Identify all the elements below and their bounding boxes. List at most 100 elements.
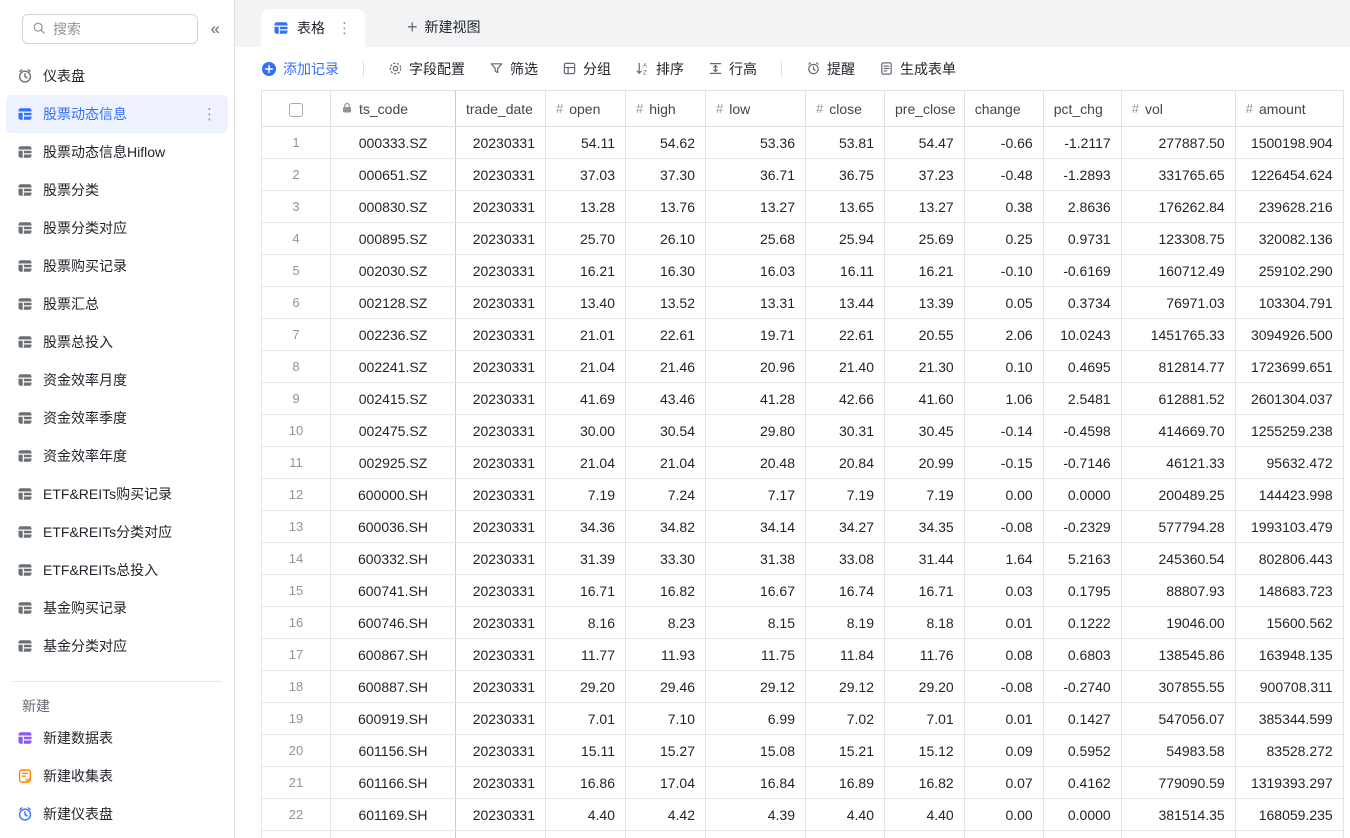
sidebar-item-table[interactable]: 基金总投入 <box>6 665 228 677</box>
cell-open[interactable]: 31.39 <box>546 543 626 575</box>
cell-amount[interactable]: 1226454.624 <box>1235 159 1343 191</box>
cell-vol[interactable]: 200489.25 <box>1121 479 1235 511</box>
cell-trade_date[interactable]: 20230331 <box>456 191 546 223</box>
cell-trade_date[interactable]: 20230331 <box>456 575 546 607</box>
cell-close[interactable]: 8.19 <box>806 607 885 639</box>
cell-pct_chg[interactable]: 0.9731 <box>1043 223 1121 255</box>
cell-trade_date[interactable]: 20230331 <box>456 479 546 511</box>
cell-trade_date[interactable]: 20230331 <box>456 447 546 479</box>
cell-vol[interactable]: 307855.55 <box>1121 671 1235 703</box>
column-header-change[interactable]: change <box>964 91 1043 127</box>
cell-vol[interactable]: 46121.33 <box>1121 447 1235 479</box>
cell-vol[interactable]: 245360.54 <box>1121 543 1235 575</box>
cell-amount[interactable]: 15600.562 <box>1235 607 1343 639</box>
sidebar-item-table[interactable]: 股票动态信息⋮ <box>6 95 228 133</box>
cell-pre_close[interactable]: 13.27 <box>885 191 965 223</box>
sidebar-item-table[interactable]: ETF&REITs分类对应 <box>6 513 228 551</box>
cell-low[interactable]: 20.48 <box>706 447 806 479</box>
column-header-high[interactable]: #high <box>626 91 706 127</box>
cell-pct_chg[interactable]: -0.4598 <box>1043 415 1121 447</box>
cell-open[interactable]: 21.04 <box>546 351 626 383</box>
cell-pct_chg[interactable]: 0.0000 <box>1043 479 1121 511</box>
cell-pre_close[interactable]: 7.19 <box>885 479 965 511</box>
cell-close[interactable]: 42.66 <box>806 383 885 415</box>
cell-ts_code[interactable]: 000333.SZ <box>331 127 456 159</box>
sidebar-item-table[interactable]: 资金效率月度 <box>6 361 228 399</box>
cell-change[interactable]: 0.38 <box>964 191 1043 223</box>
filter-button[interactable]: 筛选 <box>489 59 538 79</box>
cell-change[interactable]: 0.25 <box>964 223 1043 255</box>
cell-pre_close[interactable]: 8.18 <box>885 607 965 639</box>
cell-change[interactable]: 0.05 <box>964 287 1043 319</box>
cell-vol[interactable]: 176262.84 <box>1121 191 1235 223</box>
cell-ts_code[interactable]: 000651.SZ <box>331 159 456 191</box>
cell-pre_close[interactable]: 31.44 <box>885 543 965 575</box>
cell-amount[interactable]: 83528.272 <box>1235 735 1343 767</box>
cell-pct_chg[interactable]: 0.6803 <box>1043 639 1121 671</box>
row-number-cell[interactable]: 22 <box>262 799 331 831</box>
cell-close[interactable]: 20.84 <box>806 447 885 479</box>
cell-pct_chg[interactable]: 0.1222 <box>1043 607 1121 639</box>
sidebar-item-table[interactable]: 股票分类 <box>6 171 228 209</box>
cell-vol[interactable]: 414669.70 <box>1121 415 1235 447</box>
cell-open[interactable]: 15.11 <box>546 735 626 767</box>
cell-vol[interactable]: 160712.49 <box>1121 255 1235 287</box>
cell-pct_chg[interactable]: -0.2740 <box>1043 671 1121 703</box>
cell-open[interactable]: 7.01 <box>546 703 626 735</box>
cell-trade_date[interactable]: 20230331 <box>456 255 546 287</box>
cell-open[interactable]: 54.11 <box>546 127 626 159</box>
cell-high[interactable]: 30.54 <box>626 415 706 447</box>
cell-ts_code[interactable]: 601169.SH <box>331 799 456 831</box>
cell-trade_date[interactable]: 20230331 <box>456 223 546 255</box>
cell-pct_chg[interactable]: 0.0000 <box>1043 799 1121 831</box>
cell-open[interactable]: 25.70 <box>546 223 626 255</box>
sidebar-item-new-form[interactable]: 新建收集表 <box>6 757 228 795</box>
cell-pre_close[interactable]: 34.35 <box>885 511 965 543</box>
cell-trade_date[interactable]: 20230331 <box>456 671 546 703</box>
sidebar-item-table[interactable]: 股票购买记录 <box>6 247 228 285</box>
cell-pre_close[interactable]: 37.23 <box>885 159 965 191</box>
select-all-checkbox[interactable] <box>289 103 303 117</box>
cell-pre_close[interactable]: 16.21 <box>885 255 965 287</box>
cell-high[interactable]: 34.82 <box>626 511 706 543</box>
cell-pct_chg[interactable]: 0.1427 <box>1043 703 1121 735</box>
cell-pct_chg[interactable]: 0.4162 <box>1043 767 1121 799</box>
cell-close[interactable]: 25.94 <box>806 223 885 255</box>
cell-ts_code[interactable]: 600741.SH <box>331 575 456 607</box>
cell-ts_code[interactable]: 600867.SH <box>331 639 456 671</box>
cell-trade_date[interactable]: 20230331 <box>456 127 546 159</box>
cell-change[interactable]: -0.66 <box>964 127 1043 159</box>
sidebar-item-dashboard[interactable]: 仪表盘 <box>6 57 228 95</box>
cell-vol[interactable]: 812814.77 <box>1121 351 1235 383</box>
column-header-open[interactable]: #open <box>546 91 626 127</box>
cell-trade_date[interactable]: 20230331 <box>456 735 546 767</box>
group-button[interactable]: 分组 <box>562 59 611 79</box>
add-record-button[interactable]: 添加记录 <box>261 59 339 79</box>
cell-low[interactable]: 6.99 <box>706 703 806 735</box>
cell-ts_code[interactable]: 002030.SZ <box>331 255 456 287</box>
cell-trade_date[interactable]: 20230331 <box>456 703 546 735</box>
cell-pre_close[interactable]: 16.71 <box>885 575 965 607</box>
select-all-header-cell[interactable] <box>262 91 331 127</box>
cell-low[interactable]: 16.03 <box>706 255 806 287</box>
cell-ts_code[interactable]: 601166.SH <box>331 767 456 799</box>
cell-pre_close[interactable]: 15.12 <box>885 735 965 767</box>
cell-amount[interactable]: 95632.472 <box>1235 447 1343 479</box>
cell-low[interactable]: 7.17 <box>706 479 806 511</box>
cell-open[interactable]: 37.03 <box>546 159 626 191</box>
cell-low[interactable]: 29.80 <box>706 415 806 447</box>
cell-open[interactable]: 8.16 <box>546 607 626 639</box>
cell-pre_close[interactable]: 21.30 <box>885 351 965 383</box>
column-header-close[interactable]: #close <box>806 91 885 127</box>
cell-amount[interactable]: 239628.216 <box>1235 191 1343 223</box>
cell-low[interactable]: 20.96 <box>706 351 806 383</box>
cell-low[interactable]: 11.75 <box>706 639 806 671</box>
cell-open[interactable]: 7.19 <box>546 479 626 511</box>
cell-change[interactable]: -0.48 <box>964 159 1043 191</box>
cell-close[interactable]: 22.61 <box>806 319 885 351</box>
sidebar-item-table[interactable]: ETF&REITs购买记录 <box>6 475 228 513</box>
row-number-cell[interactable]: 3 <box>262 191 331 223</box>
cell-change[interactable]: 1.06 <box>964 383 1043 415</box>
cell-close[interactable]: 16.89 <box>806 767 885 799</box>
cell-vol[interactable]: 381514.35 <box>1121 799 1235 831</box>
